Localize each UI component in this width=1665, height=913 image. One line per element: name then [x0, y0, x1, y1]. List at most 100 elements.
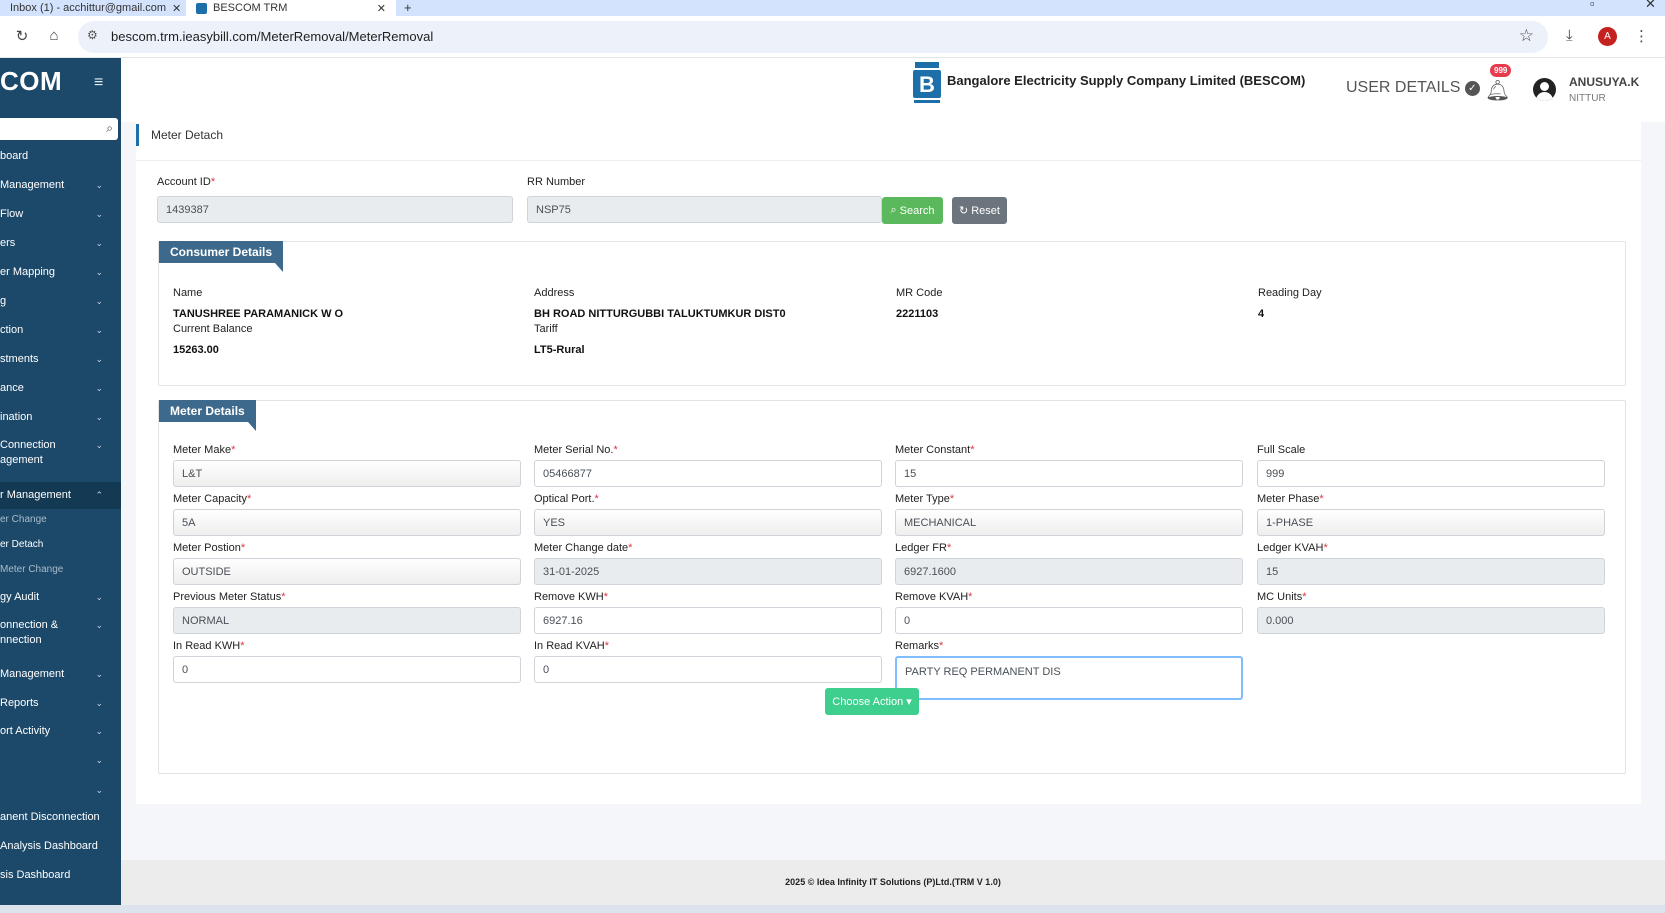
sidebar-item[interactable]: Analysis Dashboard — [0, 839, 121, 854]
meter-capacity-input[interactable] — [173, 509, 521, 536]
consumer-details-title: Consumer Details — [159, 241, 284, 272]
search-icon[interactable]: ⌕ — [106, 121, 113, 136]
url-text[interactable]: bescom.trm.ieasybill.com/MeterRemoval/Me… — [111, 29, 433, 44]
sidebar-item[interactable]: ers ⌄ — [0, 236, 121, 251]
sidebar-item-label: Reports — [0, 697, 39, 709]
bookmark-star-icon[interactable]: ☆ — [1519, 26, 1534, 46]
ledger-kvah-input[interactable] — [1257, 558, 1605, 585]
sidebar-item[interactable]: onnection & nnection ⌄ — [0, 618, 121, 648]
meter-postion-input[interactable] — [173, 558, 521, 585]
sidebar-item-label: Management — [0, 668, 65, 680]
menu-toggle-icon[interactable]: ≡ — [94, 74, 103, 92]
footer: 2025 © Idea Infinity IT Solutions (P)Ltd… — [121, 860, 1665, 905]
meter-phase-label: Meter Phase* — [1257, 493, 1324, 505]
remove-kwh-input[interactable] — [534, 607, 882, 634]
search-button[interactable]: ⌕ Search — [882, 197, 943, 224]
consumer-details-panel: Consumer Details Name TANUSHREE PARAMANI… — [158, 241, 1626, 386]
sidebar-item[interactable]: ction ⌄ — [0, 323, 121, 338]
meter-make-input[interactable] — [173, 460, 521, 487]
refresh-icon: ↻ — [959, 205, 969, 217]
sidebar-search-input[interactable]: ⌕ — [0, 118, 118, 140]
previous-meter-status-input[interactable] — [173, 607, 521, 634]
meter-serial-no-input[interactable] — [534, 460, 882, 487]
meter-phase-input[interactable] — [1257, 509, 1605, 536]
ledger-fr-input[interactable] — [895, 558, 1243, 585]
account-id-input[interactable] — [157, 196, 513, 223]
tariff-value: LT5-Rural — [534, 344, 585, 356]
meter-type-input[interactable] — [895, 509, 1243, 536]
user-details-label: USER DETAILS — [1346, 79, 1461, 96]
sidebar-item[interactable]: Management ⌄ — [0, 667, 121, 682]
remarks-input[interactable]: PARTY REQ PERMANENT DIS — [895, 656, 1243, 700]
consumer-name: TANUSHREE PARAMANICK W O — [173, 308, 344, 320]
main-content: Meter Detach Account ID* RR Number ⌕Sear… — [121, 122, 1665, 860]
user-details-menu[interactable]: USER DETAILS ✓ — [1346, 79, 1480, 97]
in-read-kwh-label: In Read KWH* — [173, 640, 245, 652]
mr-code-value: 2221103 — [896, 308, 939, 320]
sidebar-item[interactable]: stments ⌄ — [0, 352, 121, 367]
meter-change-date-input[interactable] — [534, 558, 882, 585]
current-balance-label: Current Balance — [173, 323, 253, 335]
current-balance-value: 15263.00 — [173, 344, 219, 356]
remove-kvah-input[interactable] — [895, 607, 1243, 634]
sidebar-item[interactable]: Reports ⌄ — [0, 696, 121, 711]
tab-gmail[interactable]: Inbox (1) - acchittur@gmail.com ✕ — [0, 0, 180, 16]
user-name[interactable]: ANUSUYA.K — [1569, 75, 1639, 89]
tab-bescom[interactable]: BESCOM TRM ✕ — [186, 0, 396, 16]
user-avatar[interactable] — [1533, 78, 1556, 101]
sidebar-item[interactable]: r Management ⌃ — [0, 482, 121, 509]
full-scale-input[interactable] — [1257, 460, 1605, 487]
sidebar-item[interactable]: ort Activity ⌄ — [0, 724, 121, 739]
sidebar: COM ≡ ⌕ board Management ⌄ Flow ⌄ ers ⌄ er Mapp… — [0, 58, 121, 913]
mc-units-input[interactable] — [1257, 607, 1605, 634]
rr-number-input[interactable] — [527, 196, 882, 223]
new-tab-icon[interactable]: + — [404, 0, 412, 15]
sidebar-item[interactable]: g ⌄ — [0, 294, 121, 309]
profile-avatar[interactable]: A — [1598, 27, 1617, 46]
sidebar-item[interactable]: ination ⌄ — [0, 410, 121, 425]
sidebar-item-label: ination — [0, 411, 33, 423]
sidebar-item[interactable]: gy Audit ⌄ — [0, 590, 121, 605]
reset-button[interactable]: ↻ Reset — [952, 197, 1007, 224]
sidebar-item[interactable]: anent Disconnection — [0, 810, 121, 825]
in-read-kwh-input[interactable] — [173, 656, 521, 683]
close-tab-icon[interactable]: ✕ — [172, 2, 180, 15]
sidebar-subitem[interactable]: er Change — [0, 514, 47, 525]
chevron-down-icon: ⌄ — [95, 180, 103, 190]
sidebar-item-label: ort Activity — [0, 725, 51, 737]
sidebar-item-label: anent Disconnection — [0, 811, 100, 823]
sidebar-item[interactable]: er Mapping ⌄ — [0, 265, 121, 280]
site-info-icon[interactable]: ⚙ — [87, 28, 98, 42]
close-tab-icon[interactable]: ✕ — [377, 2, 386, 15]
sidebar-item-label: r Management — [0, 489, 71, 501]
download-icon[interactable]: ⤓ — [1566, 27, 1573, 44]
home-icon[interactable]: ⌂ — [44, 27, 64, 44]
optical-port-input[interactable] — [534, 509, 882, 536]
sidebar-item-label: g — [0, 295, 7, 307]
close-window-icon[interactable]: ✕ — [1645, 0, 1656, 12]
meter-constant-input[interactable] — [895, 460, 1243, 487]
sidebar-subitem[interactable]: Meter Change — [0, 564, 63, 575]
chevron-down-icon: ⌄ — [95, 592, 103, 602]
tariff-label: Tariff — [534, 323, 558, 335]
reload-icon[interactable]: ↻ — [12, 27, 32, 45]
sidebar-item[interactable]: sis Dashboard — [0, 868, 121, 883]
sidebar-item[interactable]: board — [0, 149, 121, 164]
restore-window-icon[interactable]: ▫ — [1590, 0, 1595, 11]
sidebar-item[interactable]: Connection agement ⌄ — [0, 438, 121, 468]
in-read-kvah-input[interactable] — [534, 656, 882, 683]
sidebar-subitem[interactable]: er Detach — [0, 539, 43, 550]
choose-action-button[interactable]: Choose Action ▾ — [825, 688, 919, 715]
sidebar-item[interactable]: Management ⌄ — [0, 178, 121, 193]
browser-menu-icon[interactable]: ⋮ — [1634, 27, 1649, 45]
sidebar-item-label: er Mapping — [0, 266, 56, 278]
reading-day-value: 4 — [1258, 308, 1265, 320]
address-bar[interactable]: ⚙ bescom.trm.ieasybill.com/MeterRemoval/… — [78, 21, 1548, 53]
meter-type-label: Meter Type* — [895, 493, 955, 505]
sidebar-item[interactable]: Flow ⌄ — [0, 207, 121, 222]
sidebar-item[interactable]: ance ⌄ — [0, 381, 121, 396]
ledger-kvah-label: Ledger KVAH* — [1257, 542, 1328, 554]
name-label: Name — [173, 287, 203, 299]
notification-bell-icon[interactable]: 🔔︎ — [1485, 78, 1510, 103]
tab-gmail-title: Inbox (1) - acchittur@gmail.com — [10, 2, 167, 14]
